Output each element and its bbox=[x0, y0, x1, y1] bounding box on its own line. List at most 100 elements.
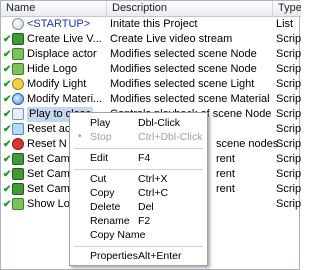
menu-item-shortcut: Del bbox=[138, 201, 154, 213]
light-icon bbox=[12, 78, 24, 90]
item-type: Script bbox=[276, 78, 301, 90]
list-item[interactable]: ✔ Modify Light Modifies selected scene L… bbox=[1, 77, 301, 92]
item-name: <STARTUP> bbox=[27, 18, 91, 30]
play-icon bbox=[12, 108, 24, 120]
item-description: Create Live video stream bbox=[110, 33, 233, 45]
menu-item-copy[interactable]: Copy Ctrl+C bbox=[72, 186, 205, 200]
name-cell: ✔ Create Live V... bbox=[1, 32, 107, 47]
menu-item-label: Copy bbox=[90, 187, 115, 199]
checkmark-icon[interactable]: ✔ bbox=[3, 47, 11, 62]
item-description: scene nodes bbox=[216, 138, 279, 150]
script-icon bbox=[12, 63, 24, 75]
checkmark-icon[interactable]: ✔ bbox=[3, 152, 11, 167]
item-name: Modify Light bbox=[27, 78, 87, 90]
item-type: Script bbox=[276, 63, 301, 75]
menu-item-play[interactable]: Play Dbl-Click bbox=[72, 116, 205, 130]
menu-item-shortcut: Ctrl+Dbl-Click bbox=[138, 131, 203, 143]
checkmark-icon[interactable]: ✔ bbox=[3, 92, 11, 107]
menu-item-cut[interactable]: Cut Ctrl+X bbox=[72, 172, 205, 186]
list-item[interactable]: ✔ Hide Logo Modifies selected scene Node… bbox=[1, 62, 301, 77]
list-item[interactable]: ✔ Modify Materi... Modifies selected sce… bbox=[1, 92, 301, 107]
item-type: Script bbox=[276, 48, 301, 60]
item-type: Script bbox=[276, 183, 301, 195]
menu-item-delete[interactable]: Delete Del bbox=[72, 200, 205, 214]
checkmark-icon[interactable]: ✔ bbox=[3, 107, 11, 122]
list-header: Name Description Type bbox=[1, 1, 301, 17]
item-description: rent bbox=[216, 183, 235, 195]
menu-item-shortcut: Ctrl+X bbox=[138, 173, 168, 185]
item-type: Script bbox=[276, 198, 301, 210]
item-type: Script bbox=[276, 33, 301, 45]
menu-item-label: Copy Name bbox=[90, 229, 146, 241]
item-type: Script bbox=[276, 108, 301, 120]
bullet-icon: • bbox=[78, 131, 82, 142]
item-name: Displace actor bbox=[27, 48, 97, 60]
menu-item-label: Edit bbox=[90, 152, 109, 164]
name-cell: ✔ Modify Light bbox=[1, 77, 107, 92]
item-type: Script bbox=[276, 123, 301, 135]
checkmark-icon[interactable]: ✔ bbox=[3, 77, 11, 92]
item-type: Script bbox=[276, 93, 301, 105]
item-type: Script bbox=[276, 138, 301, 150]
checkmark-icon[interactable]: ✔ bbox=[3, 62, 11, 77]
menu-item-shortcut: Alt+Enter bbox=[138, 250, 182, 262]
name-cell: ✔ Modify Materi... bbox=[1, 92, 107, 107]
name-cell: <STARTUP> bbox=[1, 17, 107, 32]
startup-icon bbox=[12, 18, 24, 30]
camera-icon bbox=[12, 183, 24, 195]
menu-separator bbox=[74, 246, 203, 247]
menu-item-label: Delete bbox=[90, 201, 121, 213]
item-name: Create Live V... bbox=[27, 33, 102, 45]
menu-item-copy-name[interactable]: Copy Name bbox=[72, 228, 205, 242]
checkmark-icon[interactable]: ✔ bbox=[3, 32, 11, 47]
list-item[interactable]: ✔ Displace actor Modifies selected scene… bbox=[1, 47, 301, 62]
column-header-name[interactable]: Name bbox=[1, 1, 107, 17]
menu-separator bbox=[74, 169, 203, 170]
item-description: Modifies selected scene Node bbox=[110, 63, 257, 75]
checkmark-icon[interactable]: ✔ bbox=[3, 137, 11, 152]
menu-item-label: Cut bbox=[90, 173, 107, 185]
menu-item-label: Properties bbox=[90, 250, 138, 262]
item-name: Hide Logo bbox=[27, 63, 78, 75]
menu-item-edit[interactable]: Edit F4 bbox=[72, 151, 205, 165]
checkmark-icon[interactable]: ✔ bbox=[3, 182, 11, 197]
item-description: rent bbox=[216, 153, 235, 165]
item-name: Modify Materi... bbox=[27, 93, 103, 105]
checkmark-icon[interactable]: ✔ bbox=[3, 167, 11, 182]
script-icon bbox=[12, 48, 24, 60]
item-description: Modifies selected scene Node bbox=[110, 48, 257, 60]
column-header-type[interactable]: Type bbox=[273, 1, 301, 17]
camera-icon bbox=[12, 153, 24, 165]
checkmark-icon[interactable]: ✔ bbox=[3, 197, 11, 212]
item-description: rent bbox=[216, 168, 235, 180]
item-description: Initate this Project bbox=[110, 18, 198, 30]
name-cell: ✔ Displace actor bbox=[1, 47, 107, 62]
project-list-window: Name Description Type <STARTUP> Initate … bbox=[0, 0, 301, 270]
list-item[interactable]: ✔ Create Live V... Create Live video str… bbox=[1, 32, 301, 47]
script-icon bbox=[12, 198, 24, 210]
reset-nodes-icon bbox=[12, 138, 24, 150]
menu-item-shortcut: F4 bbox=[138, 152, 151, 164]
item-type: Script bbox=[276, 153, 301, 165]
item-type: List bbox=[276, 18, 294, 30]
checkmark-icon[interactable]: ✔ bbox=[3, 122, 11, 137]
camera-icon bbox=[12, 168, 24, 180]
menu-separator bbox=[74, 148, 203, 149]
item-description: Modifies selected scene Light bbox=[110, 78, 255, 90]
column-header-description[interactable]: Description bbox=[107, 1, 273, 17]
menu-item-shortcut: F2 bbox=[138, 215, 151, 227]
menu-item-shortcut: Ctrl+C bbox=[138, 187, 169, 199]
menu-item-label: Stop bbox=[90, 131, 112, 143]
menu-item-rename[interactable]: Rename F2 bbox=[72, 214, 205, 228]
context-menu: Play Dbl-Click • Stop Ctrl+Dbl-Click Edi… bbox=[69, 112, 208, 266]
name-cell: ✔ Hide Logo bbox=[1, 62, 107, 77]
menu-item-properties[interactable]: Properties Alt+Enter bbox=[72, 249, 205, 263]
list-item-startup[interactable]: <STARTUP> Initate this Project List bbox=[1, 17, 301, 32]
item-type: Script bbox=[276, 168, 301, 180]
material-icon bbox=[12, 93, 24, 105]
item-description: Modifies selected scene Material bbox=[110, 93, 270, 105]
reset-icon bbox=[12, 123, 24, 135]
menu-item-stop[interactable]: • Stop Ctrl+Dbl-Click bbox=[72, 130, 205, 144]
camera-icon bbox=[12, 33, 24, 45]
menu-item-shortcut: Dbl-Click bbox=[138, 117, 180, 129]
